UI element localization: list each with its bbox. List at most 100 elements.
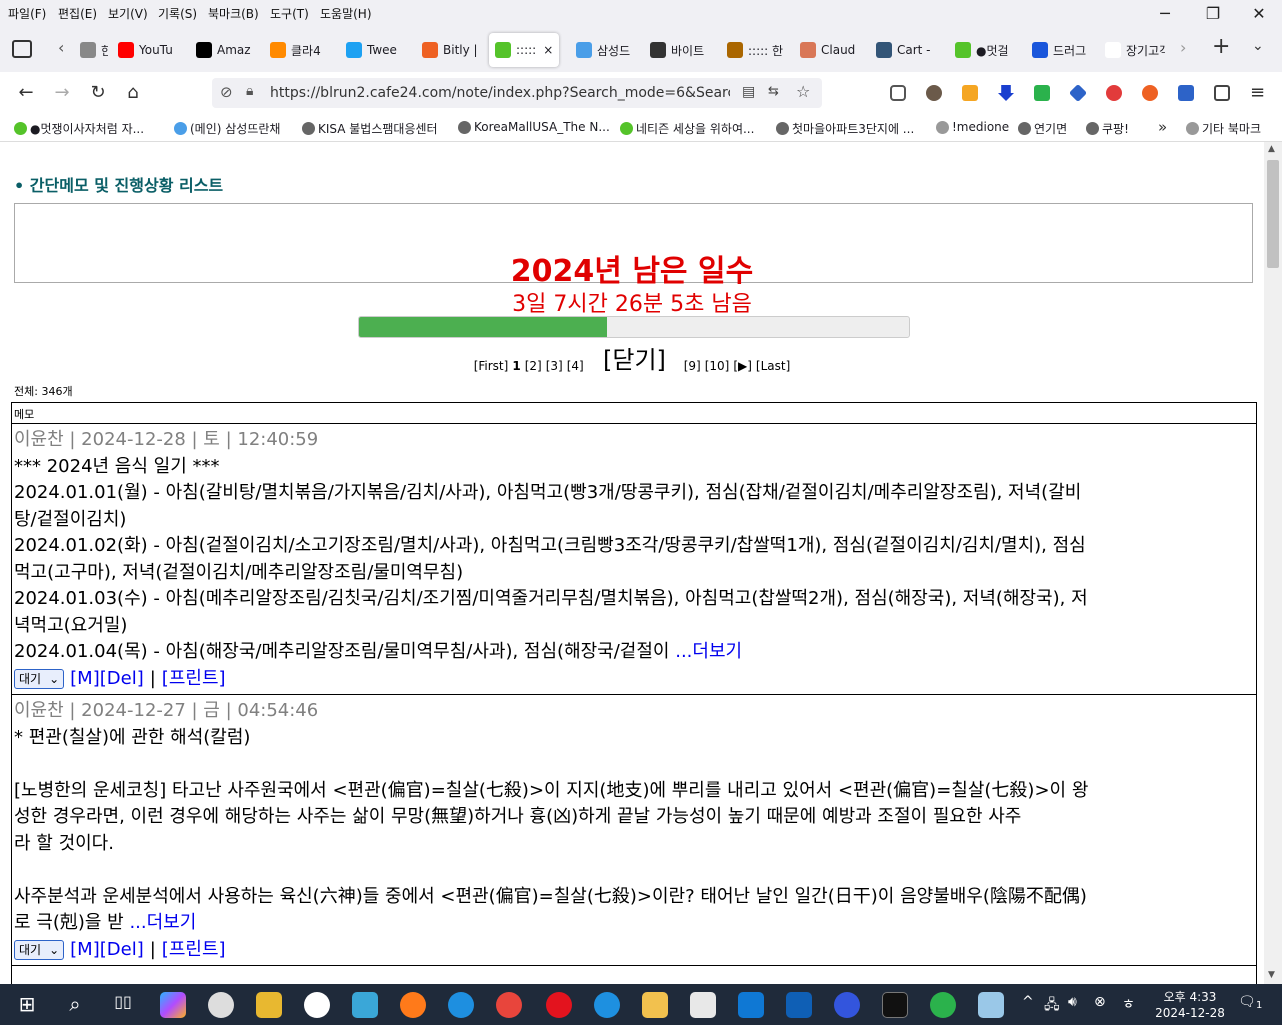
page-scrollbar[interactable]: ▲ ▼ <box>1264 142 1282 984</box>
pagination-link[interactable]: [First] <box>474 359 509 373</box>
outlook-icon[interactable] <box>786 992 812 1018</box>
terminal-icon[interactable] <box>882 992 908 1018</box>
browser-tab[interactable]: 장기고객 <box>1105 36 1165 64</box>
mute-status-icon[interactable]: ⊗ <box>1094 994 1106 1010</box>
pagination-link[interactable]: [3] <box>546 359 563 373</box>
browser-tab[interactable]: 한£ <box>80 36 108 64</box>
app-menu-icon[interactable]: ≡ <box>1250 82 1265 103</box>
scroll-up-icon[interactable]: ▲ <box>1268 144 1275 154</box>
bookmark-item[interactable]: 네티즌 세상을 위하여... <box>620 120 754 137</box>
read-more-link[interactable]: ...더보기 <box>675 641 742 662</box>
pagination-link[interactable]: [Last] <box>756 359 790 373</box>
reload-icon[interactable]: ↻ <box>86 82 110 103</box>
menu-item[interactable]: 기록(S) <box>158 5 197 22</box>
internet-explorer-icon[interactable] <box>594 992 620 1018</box>
scroll-tabs-left-icon[interactable]: ‹ <box>58 38 64 57</box>
pagination-link[interactable]: 1 <box>512 359 520 373</box>
mail-bird-icon[interactable] <box>352 992 378 1018</box>
outlook-new-icon[interactable] <box>738 992 764 1018</box>
browser-tab[interactable]: Claud <box>800 36 860 64</box>
browser-tab[interactable]: 드러그 <box>1032 36 1092 64</box>
pagination-link[interactable]: [▶] <box>733 359 752 373</box>
extensions-icon[interactable] <box>1214 85 1230 101</box>
status-select[interactable]: 대기 ⌄ <box>14 939 65 960</box>
forward-icon[interactable]: → <box>50 82 74 103</box>
store-icon[interactable] <box>690 992 716 1018</box>
print-link[interactable]: [프린트] <box>162 937 226 964</box>
new-tab-icon[interactable]: + <box>1212 34 1230 59</box>
close-window-button[interactable]: ✕ <box>1244 4 1274 23</box>
color-picker-extension-icon[interactable] <box>1106 85 1122 101</box>
browser-tab[interactable]: Twee <box>346 36 406 64</box>
clock-time[interactable]: 오후 4:33 <box>1150 988 1230 1005</box>
rss-extension-icon[interactable] <box>962 85 978 101</box>
status-select[interactable]: 대기 ⌄ <box>14 668 65 689</box>
bookmark-item[interactable]: 기타 북마크 <box>1186 120 1261 137</box>
account-avatar-icon[interactable] <box>926 85 942 101</box>
volume-icon[interactable]: 🔊︎ <box>1068 994 1077 1010</box>
menu-item[interactable]: 편집(E) <box>58 5 97 22</box>
download-extension-icon[interactable] <box>998 85 1014 101</box>
pagination-link[interactable]: [4] <box>567 359 584 373</box>
search-icon[interactable]: ⌕ <box>62 992 88 1018</box>
firefox-icon[interactable] <box>400 992 426 1018</box>
browser-tab[interactable]: Bitly | <box>422 36 482 64</box>
translate-icon[interactable]: ⇆ <box>768 84 779 99</box>
chatgpt-icon[interactable] <box>304 992 330 1018</box>
notification-icon[interactable]: 🗨︎ <box>1238 994 1256 1010</box>
clock-app-icon[interactable] <box>208 992 234 1018</box>
back-icon[interactable]: ← <box>14 82 38 103</box>
pagination-link[interactable]: [10] <box>705 359 730 373</box>
tablet-app-icon[interactable] <box>978 992 1004 1018</box>
scroll-down-icon[interactable]: ▼ <box>1268 970 1275 980</box>
list-all-tabs-icon[interactable]: ⌄ <box>1252 38 1264 54</box>
home-icon[interactable]: ⌂ <box>121 82 145 103</box>
browser-tab[interactable]: 바이트 <box>650 36 710 64</box>
print-link[interactable]: [프린트] <box>162 666 226 693</box>
start-icon[interactable]: ⊞ <box>14 992 40 1018</box>
more-bookmarks-icon[interactable]: » <box>1158 118 1167 136</box>
opera-icon[interactable] <box>546 992 572 1018</box>
bookmark-item[interactable]: (메인) 삼성뜨란채 <box>174 120 280 137</box>
notes-app-icon[interactable] <box>256 992 282 1018</box>
network-icon[interactable]: 🖧︎ <box>1044 994 1060 1018</box>
ime-icon[interactable]: ㅎ <box>1122 994 1135 1014</box>
address-bar[interactable]: ⊘ 🔒︎ https://blrun2.cafe24.com/note/inde… <box>212 78 822 108</box>
green-extension-icon[interactable] <box>1034 85 1050 101</box>
bookmark-item[interactable]: KoreaMallUSA_The N... <box>458 120 610 134</box>
tab-overview-icon[interactable] <box>12 40 32 58</box>
bookmark-item[interactable]: ●멋쟁이사자처럼 자... <box>14 120 144 137</box>
chrome-icon[interactable] <box>496 992 522 1018</box>
pocket-icon[interactable] <box>890 85 906 101</box>
browser-tab[interactable]: ●멋걸 <box>955 36 1015 64</box>
copilot-icon[interactable] <box>160 992 186 1018</box>
edge-icon[interactable] <box>448 992 474 1018</box>
menu-item[interactable]: 북마크(B) <box>208 5 259 22</box>
layers-extension-icon[interactable] <box>1068 83 1088 103</box>
menu-item[interactable]: 파일(F) <box>8 5 46 22</box>
edit-delete-links[interactable]: [M][Del] <box>70 666 144 693</box>
browser-tab[interactable]: Cart - <box>876 36 936 64</box>
reader-view-icon[interactable]: ▤ <box>742 84 755 100</box>
browser-tab[interactable]: YouTu <box>118 36 178 64</box>
pagination-link[interactable]: [9] <box>684 359 701 373</box>
browser-tab[interactable]: 클라4 <box>270 36 330 64</box>
bitly-extension-icon[interactable] <box>1142 85 1158 101</box>
bookmark-item[interactable]: 연기면 <box>1018 120 1067 137</box>
browser-tab[interactable]: ::::: × <box>489 33 559 67</box>
task-view-icon[interactable]: ▯▯ <box>110 992 136 1018</box>
sync-app-icon[interactable] <box>834 992 860 1018</box>
bookmark-item[interactable]: !medione <box>936 120 1009 134</box>
refresh-app-icon[interactable] <box>930 992 956 1018</box>
tracking-protection-icon[interactable]: ⊘ <box>220 83 233 101</box>
show-hidden-icons-icon[interactable]: ^ <box>1022 994 1034 1010</box>
menu-item[interactable]: 도구(T) <box>270 5 309 22</box>
close-tab-icon[interactable]: × <box>543 43 553 57</box>
bookmark-item[interactable]: 쿠팡! <box>1086 120 1129 137</box>
bookmark-item[interactable]: 첫마을아파트3단지에 ... <box>776 120 914 137</box>
bookmark-star-icon[interactable]: ☆ <box>796 82 810 101</box>
lock-icon[interactable]: 🔒︎ <box>246 83 253 99</box>
edit-delete-links[interactable]: [M][Del] <box>70 937 144 964</box>
bookmark-item[interactable]: KISA 불법스팸대응센터 <box>302 120 438 137</box>
scrollbar-thumb[interactable] <box>1267 160 1279 268</box>
